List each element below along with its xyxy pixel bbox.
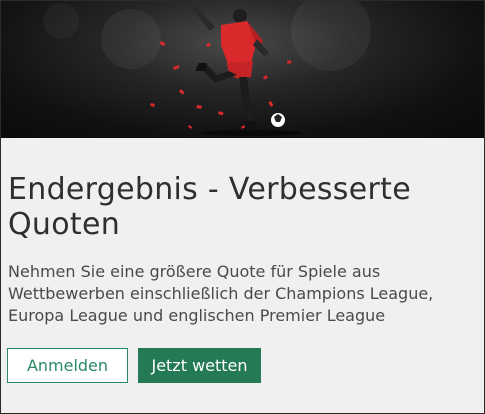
promo-actions: Anmelden Jetzt wetten — [7, 348, 261, 383]
login-button[interactable]: Anmelden — [7, 348, 128, 383]
hero-image — [1, 1, 484, 138]
promo-card: Endergebnis - Verbesserte Quoten Nehmen … — [0, 0, 485, 414]
promo-description: Nehmen Sie eine größere Quote für Spiele… — [8, 262, 434, 325]
promo-content: Endergebnis - Verbesserte Quoten Nehmen … — [1, 172, 484, 327]
bet-now-button[interactable]: Jetzt wetten — [138, 348, 261, 383]
promo-title: Endergebnis - Verbesserte Quoten — [8, 172, 411, 242]
football-player-illustration — [43, 1, 371, 136]
